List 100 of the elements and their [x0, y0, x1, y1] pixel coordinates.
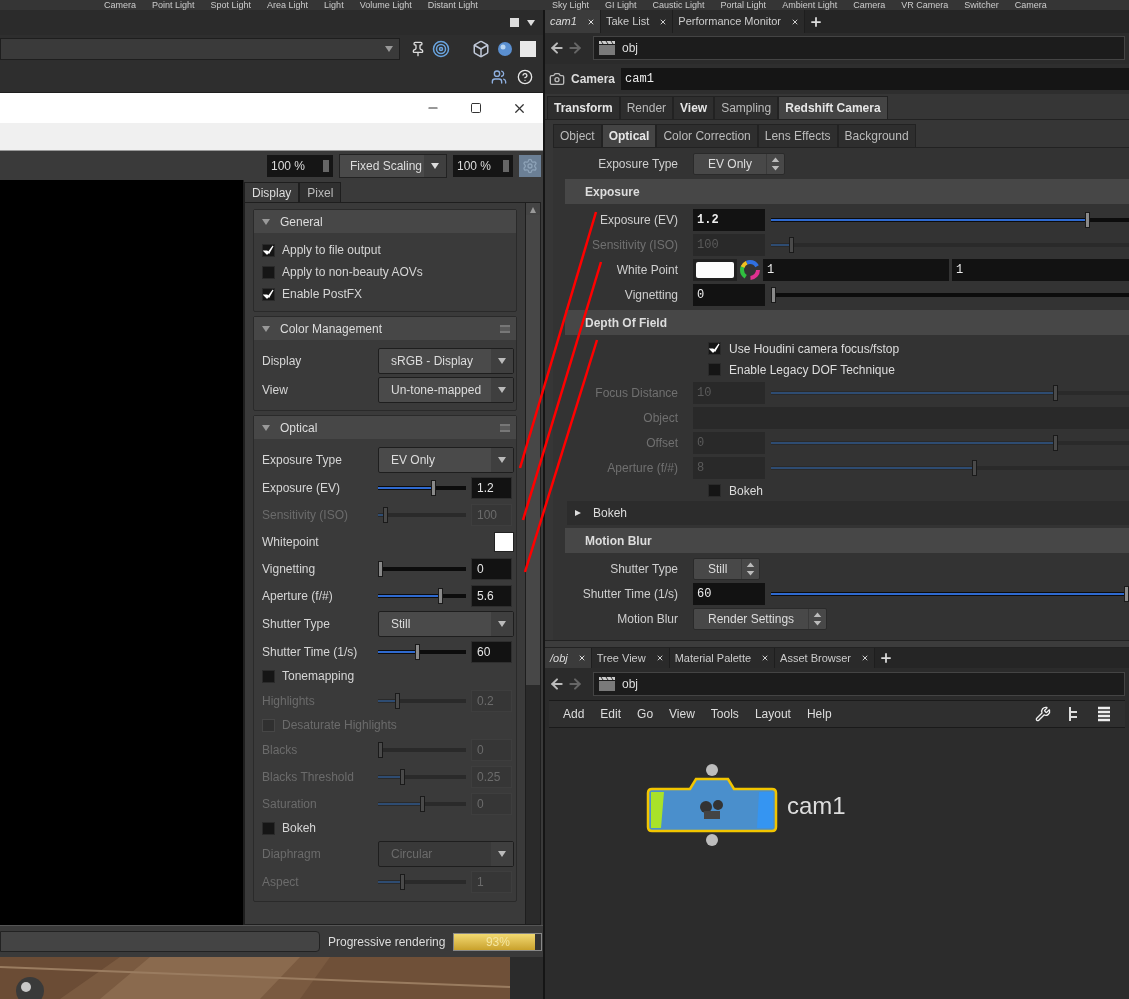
slider[interactable]	[378, 873, 466, 890]
shelf-tool[interactable]: Camera	[853, 0, 886, 10]
parameter-tab[interactable]: Object	[553, 124, 602, 147]
shelf-tool[interactable]: Switcher	[964, 0, 999, 10]
slider[interactable]	[378, 741, 466, 758]
menu-item[interactable]: Help	[806, 705, 832, 723]
slider[interactable]	[378, 768, 466, 785]
list-icon[interactable]	[1097, 706, 1111, 722]
add-tab-icon[interactable]	[879, 651, 894, 665]
scaling-dropdown[interactable]: Fixed Scaling	[339, 153, 447, 178]
shelf-tool[interactable]: Distant Light	[427, 0, 478, 10]
path-field[interactable]: obj	[593, 35, 1125, 60]
color-wheel-icon[interactable]	[739, 258, 761, 281]
parameter-tab[interactable]: Background	[837, 124, 916, 147]
checkbox[interactable]	[262, 265, 275, 279]
close-icon[interactable]	[861, 654, 870, 662]
shelf-tool[interactable]: Caustic Light	[652, 0, 705, 10]
dropdown[interactable]: Still	[693, 557, 761, 580]
group-header[interactable]: Color Management	[254, 317, 516, 340]
node-output-icon[interactable]	[706, 834, 718, 846]
number-field[interactable]: 1	[952, 258, 1129, 281]
close-icon[interactable]	[791, 17, 800, 26]
number-field[interactable]: 1	[763, 258, 949, 281]
panel-tab[interactable]: Display	[244, 182, 300, 202]
close-icon[interactable]	[761, 654, 770, 662]
parameter-tab[interactable]: Sampling	[714, 96, 779, 119]
slider[interactable]	[771, 585, 1129, 602]
maximize-icon[interactable]	[470, 102, 482, 114]
slider[interactable]	[378, 692, 466, 709]
shelf-tool[interactable]: Portal Light	[720, 0, 767, 10]
slider[interactable]	[771, 236, 1129, 253]
menu-item[interactable]: Edit	[600, 705, 622, 723]
cube-icon[interactable]	[472, 39, 490, 58]
section-header[interactable]: Depth Of Field	[565, 310, 1129, 335]
number-field[interactable]: 0	[471, 557, 512, 580]
slider[interactable]	[771, 434, 1129, 451]
section-header[interactable]: Motion Blur	[565, 528, 1129, 553]
number-field[interactable]: 60	[471, 640, 512, 663]
dropdown[interactable]: Render Settings	[693, 607, 828, 630]
shelf-tool[interactable]: Camera	[1014, 0, 1047, 10]
slider[interactable]	[378, 560, 466, 577]
slider[interactable]	[378, 643, 466, 660]
square-icon[interactable]	[520, 40, 536, 57]
pane-tab[interactable]: Material Palette	[669, 648, 776, 668]
pane-tab[interactable]: Take List	[600, 10, 674, 33]
slider-handle[interactable]	[437, 587, 443, 604]
parameter-tab[interactable]: Render	[619, 96, 674, 119]
scrollbar-thumb[interactable]	[526, 215, 540, 685]
menu-item[interactable]: View	[669, 705, 695, 723]
pane-tab[interactable]: Asset Browser	[775, 648, 876, 668]
group-header[interactable]: General	[254, 210, 516, 233]
menu-item[interactable]: Go	[637, 705, 654, 723]
panel-tab[interactable]: Pixel	[299, 182, 342, 202]
dropdown[interactable]: Un-tone-mapped	[378, 376, 514, 403]
slider-handle[interactable]	[415, 643, 421, 660]
shelf-tool[interactable]: Point Light	[152, 0, 195, 10]
dropdown[interactable]: Still	[378, 610, 514, 637]
slider[interactable]	[771, 286, 1129, 303]
slider-handle[interactable]	[378, 560, 383, 577]
group-header[interactable]: Optical	[254, 416, 516, 439]
checkbox[interactable]	[708, 363, 721, 376]
slider-handle[interactable]	[1124, 585, 1129, 602]
shelf-tool[interactable]: Light	[324, 0, 344, 10]
shelf-tool[interactable]: Ambient Light	[782, 0, 838, 10]
checkbox[interactable]	[708, 484, 721, 497]
wrench-icon[interactable]	[1035, 706, 1051, 722]
number-field[interactable]: 0	[693, 283, 765, 306]
shelf-tool[interactable]: Sky Light	[552, 0, 590, 10]
dropdown[interactable]: sRGB - Display	[378, 347, 514, 374]
camera-node[interactable]	[646, 777, 778, 833]
slider[interactable]	[771, 459, 1129, 476]
shelf-tool[interactable]: Spot Light	[210, 0, 252, 10]
dropdown[interactable]: EV Only	[693, 152, 785, 175]
color-swatch[interactable]	[494, 531, 514, 552]
folder-header[interactable]: Bokeh	[567, 501, 1129, 525]
pane-tab[interactable]: Performance Monitor	[673, 10, 806, 33]
pin-icon[interactable]	[410, 40, 426, 57]
back-icon[interactable]	[549, 39, 565, 56]
slider-handle[interactable]	[1085, 211, 1091, 228]
path-field[interactable]: obj	[593, 672, 1125, 696]
pane-tab[interactable]: Tree View	[591, 648, 670, 668]
slider-handle[interactable]	[431, 479, 437, 496]
zoom-spinner[interactable]: 100 %	[453, 154, 513, 177]
zoom-spinner[interactable]: 100 %	[267, 154, 333, 177]
number-field[interactable]: 1.2	[693, 208, 765, 231]
checkbox[interactable]	[262, 669, 275, 683]
checkbox[interactable]	[262, 821, 275, 835]
number-field[interactable]: 1.2	[471, 476, 512, 499]
slider[interactable]	[771, 384, 1129, 401]
parameter-tab[interactable]: Lens Effects	[757, 124, 838, 147]
checkbox[interactable]	[262, 287, 275, 301]
shelf-tool[interactable]: Camera	[104, 0, 136, 10]
sphere-icon[interactable]	[496, 39, 514, 58]
parameter-tab[interactable]: View	[673, 96, 715, 119]
target-icon[interactable]	[432, 39, 450, 58]
shelf-tool[interactable]: Volume Light	[359, 0, 412, 10]
close-icon[interactable]	[655, 654, 664, 662]
close-icon[interactable]	[586, 17, 595, 26]
node-name-field[interactable]: cam1	[621, 68, 1129, 90]
back-icon[interactable]	[549, 676, 565, 692]
